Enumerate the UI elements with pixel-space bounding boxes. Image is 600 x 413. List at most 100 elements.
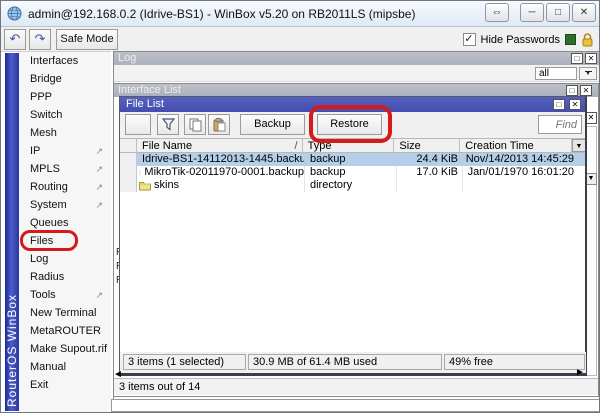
sidebar-item-queues[interactable]: Queues bbox=[19, 214, 111, 232]
file-table-header: File Name/ Type Size Creation Time ▼ bbox=[120, 138, 585, 153]
sidebar-item-ppp[interactable]: PPP bbox=[19, 88, 111, 106]
sidebar-item-radius[interactable]: Radius bbox=[19, 268, 111, 286]
sidebar-item-make-supout[interactable]: Make Supout.rif bbox=[19, 340, 111, 358]
padlock-icon bbox=[581, 33, 594, 47]
log-window-titlebar[interactable]: Log □ ✕ bbox=[114, 52, 599, 65]
file-list-titlebar[interactable]: File List □ ✕ bbox=[120, 97, 585, 112]
sidebar-item-log[interactable]: Log bbox=[19, 250, 111, 268]
sidebar-item-interfaces[interactable]: Interfaces bbox=[19, 52, 111, 70]
file-type: backup bbox=[304, 166, 396, 179]
winbox-main-window: admin@192.168.0.2 (Idrive-BS1) - WinBox … bbox=[0, 0, 600, 413]
paste-button[interactable] bbox=[208, 114, 230, 135]
sidebar-item-metarouter[interactable]: MetaROUTER bbox=[19, 322, 111, 340]
row-gutter bbox=[120, 153, 137, 192]
file-list-status-bar: 3 items (1 selected) 30.9 MB of 61.4 MB … bbox=[120, 352, 586, 373]
table-row[interactable]: Idrive-BS1-14112013-1445.backup backup 2… bbox=[137, 153, 585, 166]
hide-passwords-label: Hide Passwords bbox=[481, 34, 560, 46]
brand-strip: RouterOS WinBox bbox=[5, 53, 19, 411]
file-name: skins bbox=[154, 179, 179, 192]
file-size bbox=[396, 179, 462, 192]
sidebar-item-mpls[interactable]: MPLS↗ bbox=[19, 160, 111, 178]
minimize-button[interactable]: ─ bbox=[520, 3, 544, 22]
file-created bbox=[462, 179, 580, 192]
column-select-dropdown-icon[interactable]: ▼ bbox=[572, 139, 585, 152]
file-size: 24.4 KiB bbox=[396, 153, 462, 166]
safe-mode-button[interactable]: Safe Mode bbox=[56, 29, 118, 50]
log-filter-select[interactable]: all bbox=[535, 67, 577, 80]
copy-button[interactable] bbox=[184, 114, 206, 135]
file-size: 17.0 KiB bbox=[396, 166, 462, 179]
log-maximize-button[interactable]: □ bbox=[571, 53, 583, 64]
file-name: Idrive-BS1-14112013-1445.backup bbox=[142, 153, 304, 166]
status-free-space: 49% free bbox=[444, 354, 585, 370]
header-gutter bbox=[120, 139, 137, 152]
close-button[interactable]: ✕ bbox=[572, 3, 596, 22]
log-filter-row: all ▼ bbox=[114, 65, 599, 82]
sidebar-item-system[interactable]: System↗ bbox=[19, 196, 111, 214]
find-input[interactable] bbox=[538, 115, 582, 134]
file-type: directory bbox=[304, 179, 396, 192]
sidebar-item-manual[interactable]: Manual bbox=[19, 358, 111, 376]
undo-button[interactable]: ↶ bbox=[4, 29, 26, 50]
column-header-creation-time[interactable]: Creation Time bbox=[460, 139, 572, 152]
status-items-count: 3 items (1 selected) bbox=[123, 354, 246, 370]
submenu-arrow-icon: ↗ bbox=[95, 178, 103, 196]
log-filter-dropdown-icon[interactable]: ▼ bbox=[579, 67, 597, 80]
file-type: backup bbox=[304, 153, 396, 166]
redo-button[interactable]: ↷ bbox=[29, 29, 51, 50]
paste-icon bbox=[213, 118, 226, 132]
sidebar-item-switch[interactable]: Switch bbox=[19, 106, 111, 124]
log-close-button[interactable]: ✕ bbox=[585, 53, 597, 64]
interface-close-button[interactable]: ✕ bbox=[580, 85, 592, 96]
submenu-arrow-icon: ↗ bbox=[95, 286, 103, 304]
file-name: MikroTik-02011970-0001.backup bbox=[144, 166, 304, 179]
funnel-icon bbox=[162, 118, 175, 131]
mdi-client-area: Log □ ✕ all ▼ Interface List □ ✕ R R R ✕ bbox=[111, 51, 600, 413]
file-list-window: File List □ ✕ bbox=[119, 96, 587, 376]
maximize-button[interactable]: □ bbox=[546, 3, 570, 22]
window-title: admin@192.168.0.2 (Idrive-BS1) - WinBox … bbox=[28, 7, 415, 21]
status-disk-usage: 30.9 MB of 61.4 MB used bbox=[248, 354, 442, 370]
sidebar-item-routing[interactable]: Routing↗ bbox=[19, 178, 111, 196]
restore-button[interactable]: Restore bbox=[317, 114, 382, 135]
file-created: Nov/14/2013 14:45:29 bbox=[462, 153, 580, 166]
sidebar-item-files[interactable]: Files bbox=[19, 232, 111, 250]
column-header-type[interactable]: Type bbox=[303, 139, 395, 152]
secure-session-icon bbox=[565, 34, 576, 45]
submenu-arrow-icon: ↗ bbox=[95, 142, 103, 160]
interface-maximize-button[interactable]: □ bbox=[566, 85, 578, 96]
folder-icon bbox=[139, 180, 151, 191]
submenu-arrow-icon: ↗ bbox=[95, 160, 103, 178]
main-toolbar: ↶ ↷ Safe Mode ✓ Hide Passwords bbox=[1, 27, 599, 52]
table-row[interactable]: skins directory bbox=[137, 179, 585, 192]
interface-scrollbar[interactable] bbox=[586, 126, 597, 376]
column-header-size[interactable]: Size bbox=[394, 139, 460, 152]
file-list-maximize-button[interactable]: □ bbox=[553, 99, 565, 110]
backup-button[interactable]: Backup bbox=[240, 114, 305, 135]
column-header-file-name[interactable]: File Name/ bbox=[137, 139, 303, 152]
globe-icon bbox=[7, 6, 22, 21]
routeros-winbox-brand: RouterOS WinBox bbox=[5, 207, 19, 407]
interface-status-bar: 3 items out of 14 bbox=[114, 378, 598, 395]
scroll-left-icon[interactable]: ◄ bbox=[113, 370, 123, 380]
sidebar-item-mesh[interactable]: Mesh bbox=[19, 124, 111, 142]
submenu-arrow-icon: ↗ bbox=[95, 196, 103, 214]
file-created: Jan/01/1970 16:01:20 bbox=[462, 166, 580, 179]
sidebar-item-ip[interactable]: IP↗ bbox=[19, 142, 111, 160]
remove-file-button[interactable] bbox=[125, 114, 151, 135]
sidebar-item-new-terminal[interactable]: New Terminal bbox=[19, 304, 111, 322]
filter-button[interactable] bbox=[157, 114, 179, 135]
sidebar-item-exit[interactable]: Exit bbox=[19, 376, 111, 394]
sort-indicator-icon: / bbox=[295, 139, 298, 152]
hide-passwords-checkbox[interactable]: ✓ bbox=[463, 33, 476, 46]
table-row[interactable]: MikroTik-02011970-0001.backup backup 17.… bbox=[137, 166, 585, 179]
sidebar-item-tools[interactable]: Tools↗ bbox=[19, 286, 111, 304]
main-titlebar[interactable]: admin@192.168.0.2 (Idrive-BS1) - WinBox … bbox=[1, 1, 599, 27]
file-table-body: Idrive-BS1-14112013-1445.backup backup 2… bbox=[120, 153, 585, 354]
copy-icon bbox=[189, 118, 202, 132]
sidebar-item-bridge[interactable]: Bridge bbox=[19, 70, 111, 88]
file-list-close-button[interactable]: ✕ bbox=[569, 99, 581, 110]
file-icon bbox=[139, 167, 141, 179]
scroll-right-icon[interactable]: ► bbox=[575, 368, 585, 378]
connection-toggle-button[interactable]: ⇔ bbox=[485, 3, 509, 22]
